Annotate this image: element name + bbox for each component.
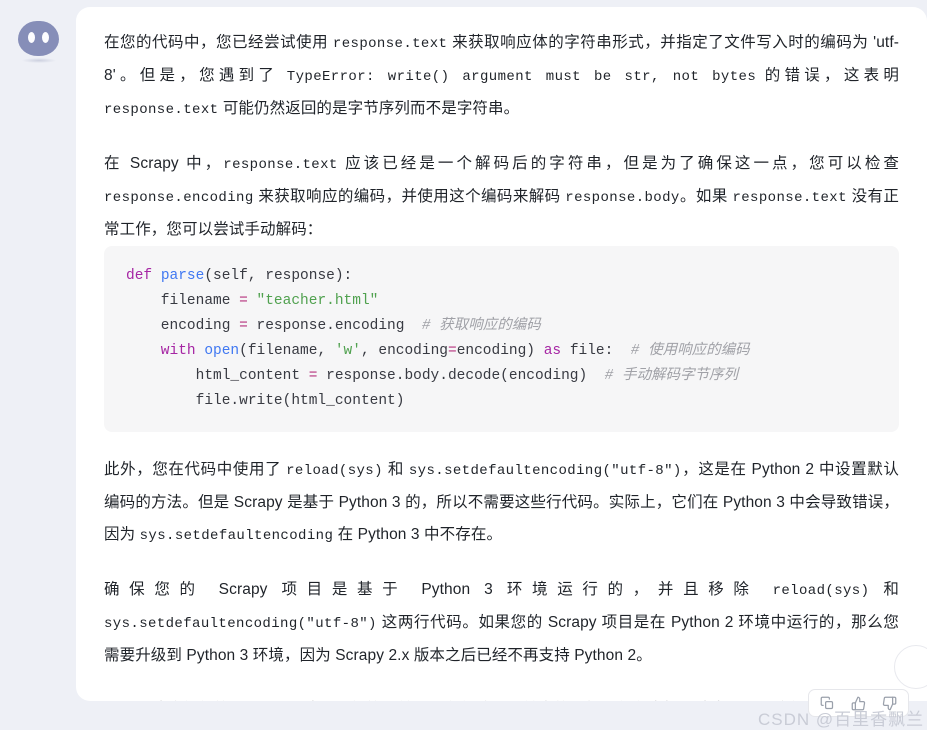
message-paragraph: 在您的代码中，您已经尝试使用 response.text 来获取响应体的字符串形… — [104, 34, 899, 118]
assistant-avatar — [18, 17, 62, 63]
inline-code: response.text — [732, 190, 847, 206]
code-token: (self, response): — [204, 268, 353, 284]
code-token: with — [126, 343, 205, 359]
code-token: "teacher.html" — [256, 293, 379, 309]
message-action-toolbar — [808, 689, 909, 717]
code-token: response.body.decode(encoding) — [326, 368, 605, 384]
code-token: html_content — [126, 368, 309, 384]
assistant-message-card: 在您的代码中，您已经尝试使用 response.text 来获取响应体的字符串形… — [76, 7, 927, 701]
message-paragraph: 最后，请确保您的 Scrapy 环境是最新的，并且所有依赖都是兼容的。如果您在虚… — [104, 694, 899, 701]
code-token: , encoding — [360, 343, 448, 359]
inline-code: response.body — [565, 190, 680, 206]
code-token: (filename, — [239, 343, 335, 359]
inline-code: sys.setdefaultencoding — [139, 528, 334, 544]
inline-code: TypeError: write() argument must be str,… — [286, 69, 757, 85]
code-token: 'w' — [334, 343, 361, 359]
inline-code: reload(sys) — [286, 463, 383, 479]
copy-icon[interactable] — [819, 695, 836, 712]
code-token: = — [308, 368, 327, 384]
code-token: # 手动解码字节序列 — [604, 368, 738, 384]
avatar-face — [18, 21, 59, 56]
code-token: = — [239, 293, 257, 309]
code-token: encoding — [126, 318, 240, 334]
chat-message-screen: 在您的代码中，您已经尝试使用 response.text 来获取响应体的字符串形… — [0, 0, 927, 730]
inline-code: sys.setdefaultencoding("utf-8") — [104, 616, 377, 632]
code-token: def — [126, 268, 161, 284]
code-token: # 使用响应的编码 — [630, 343, 750, 359]
code-token: filename — [126, 293, 240, 309]
message-paragraphs-after-code: 此外，您在代码中使用了 reload(sys) 和 sys.setdefault… — [104, 454, 899, 701]
thumbs-down-icon[interactable] — [881, 695, 898, 712]
inline-code: sys.setdefaultencoding("utf-8") — [408, 463, 682, 479]
message-paragraph: 在 Scrapy 中，response.text 应该已经是一个解码后的字符串，… — [104, 155, 899, 238]
avatar-eye-right — [42, 32, 49, 43]
code-token: response.encoding — [256, 318, 422, 334]
code-token: = — [447, 343, 457, 359]
thumbs-up-icon[interactable] — [850, 695, 867, 712]
code-block[interactable]: def parse(self, response): filename = "t… — [104, 246, 899, 432]
code-token: encoding) — [456, 343, 544, 359]
inline-code: reload(sys) — [772, 583, 870, 599]
inline-code: response.encoding — [104, 190, 254, 206]
message-paragraph: 此外，您在代码中使用了 reload(sys) 和 sys.setdefault… — [104, 461, 899, 544]
avatar-shadow — [22, 58, 56, 63]
code-token: file.write(html_content) — [126, 393, 405, 409]
code-token: as — [543, 343, 570, 359]
message-paragraphs-before-code: 在您的代码中，您已经尝试使用 response.text 来获取响应体的字符串形… — [104, 27, 899, 246]
avatar-eye-left — [28, 32, 35, 43]
code-block-content: def parse(self, response): filename = "t… — [126, 264, 879, 414]
code-token: open — [204, 343, 240, 359]
code-token: file: — [569, 343, 631, 359]
code-token: parse — [160, 268, 205, 284]
inline-code: response.text — [332, 36, 448, 52]
inline-code: response.text — [223, 157, 338, 173]
code-token: = — [239, 318, 257, 334]
code-token: # 获取响应的编码 — [421, 318, 541, 334]
inline-code: response.text — [104, 102, 219, 118]
message-paragraph: 确保您的 Scrapy 项目是基于 Python 3 环境运行的，并且移除 re… — [104, 581, 899, 664]
